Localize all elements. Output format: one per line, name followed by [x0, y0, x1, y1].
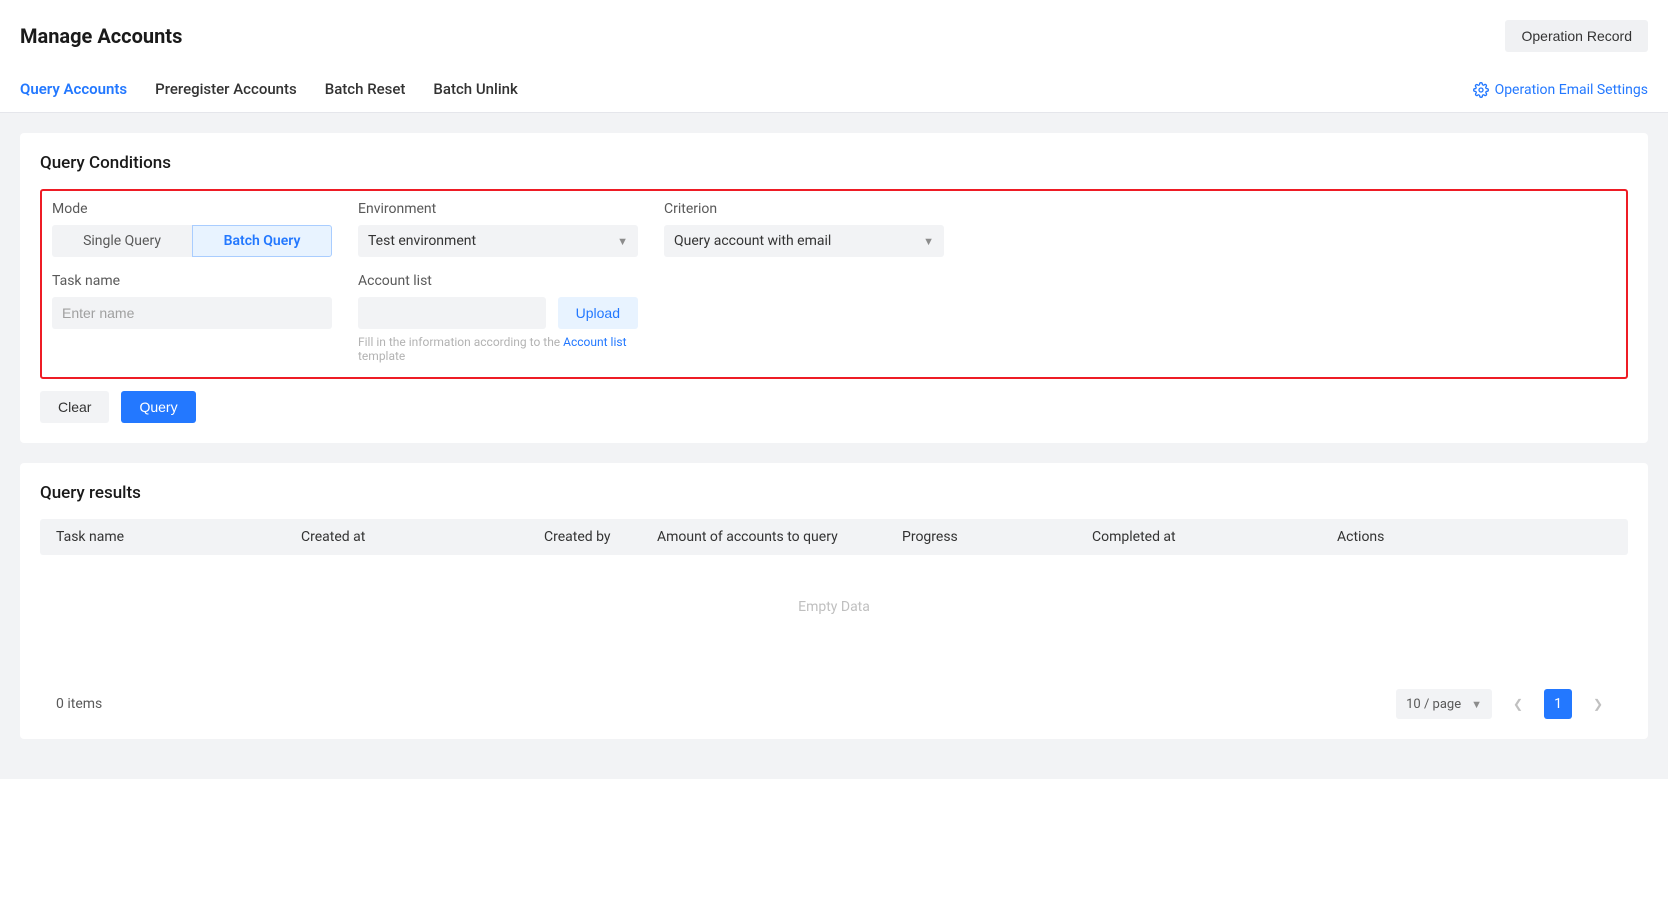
page-size-select[interactable]: 10 / page ▼	[1396, 689, 1492, 719]
account-list-hint: Fill in the information according to the…	[358, 335, 638, 363]
account-list-template-link[interactable]: Account list	[563, 335, 626, 349]
empty-data: Empty Data	[40, 555, 1628, 659]
mode-single-query[interactable]: Single Query	[52, 225, 192, 257]
gear-icon	[1473, 82, 1489, 98]
query-conditions-card: Query Conditions Mode Single Query Batch…	[20, 133, 1648, 443]
col-amount: Amount of accounts to query	[657, 529, 902, 545]
operation-email-settings-link[interactable]: Operation Email Settings	[1473, 82, 1648, 98]
criterion-select[interactable]: Query account with email ▼	[664, 225, 944, 257]
tab-preregister-accounts[interactable]: Preregister Accounts	[155, 68, 297, 112]
account-list-label: Account list	[358, 273, 638, 289]
col-created-by: Created by	[544, 529, 657, 545]
criterion-label: Criterion	[664, 201, 944, 217]
tab-query-accounts[interactable]: Query Accounts	[20, 68, 127, 112]
operation-record-button[interactable]: Operation Record	[1505, 20, 1648, 52]
chevron-down-icon: ▼	[1471, 698, 1482, 711]
pagination-next[interactable]: ❯	[1584, 689, 1612, 719]
task-name-input[interactable]	[52, 297, 332, 329]
tab-batch-unlink[interactable]: Batch Unlink	[433, 68, 517, 112]
environment-select[interactable]: Test environment ▼	[358, 225, 638, 257]
task-name-label: Task name	[52, 273, 332, 289]
email-settings-label: Operation Email Settings	[1495, 82, 1648, 98]
col-completed-at: Completed at	[1092, 529, 1337, 545]
query-results-title: Query results	[40, 483, 1628, 503]
criterion-value: Query account with email	[674, 233, 831, 249]
chevron-down-icon: ▼	[923, 235, 934, 248]
mode-batch-query[interactable]: Batch Query	[192, 225, 332, 257]
mode-label: Mode	[52, 201, 332, 217]
conditions-highlight: Mode Single Query Batch Query Environmen…	[40, 189, 1628, 379]
environment-value: Test environment	[368, 233, 476, 249]
col-progress: Progress	[902, 529, 1092, 545]
account-list-file-field[interactable]	[358, 297, 546, 329]
environment-label: Environment	[358, 201, 638, 217]
page-size-value: 10 / page	[1406, 697, 1461, 712]
col-actions: Actions	[1337, 529, 1612, 545]
pagination-prev[interactable]: ❮	[1504, 689, 1532, 719]
query-results-card: Query results Task name Created at Creat…	[20, 463, 1648, 739]
tab-batch-reset[interactable]: Batch Reset	[325, 68, 406, 112]
items-count: 0 items	[56, 696, 102, 712]
col-task-name: Task name	[56, 529, 301, 545]
chevron-down-icon: ▼	[617, 235, 628, 248]
results-table-header: Task name Created at Created by Amount o…	[40, 519, 1628, 555]
query-button[interactable]: Query	[121, 391, 195, 423]
col-created-at: Created at	[301, 529, 544, 545]
upload-button[interactable]: Upload	[558, 297, 638, 329]
page-title: Manage Accounts	[20, 24, 182, 48]
tabs: Query Accounts Preregister Accounts Batc…	[20, 68, 518, 112]
clear-button[interactable]: Clear	[40, 391, 109, 423]
query-conditions-title: Query Conditions	[40, 153, 1628, 173]
pagination-page-1[interactable]: 1	[1544, 689, 1572, 719]
